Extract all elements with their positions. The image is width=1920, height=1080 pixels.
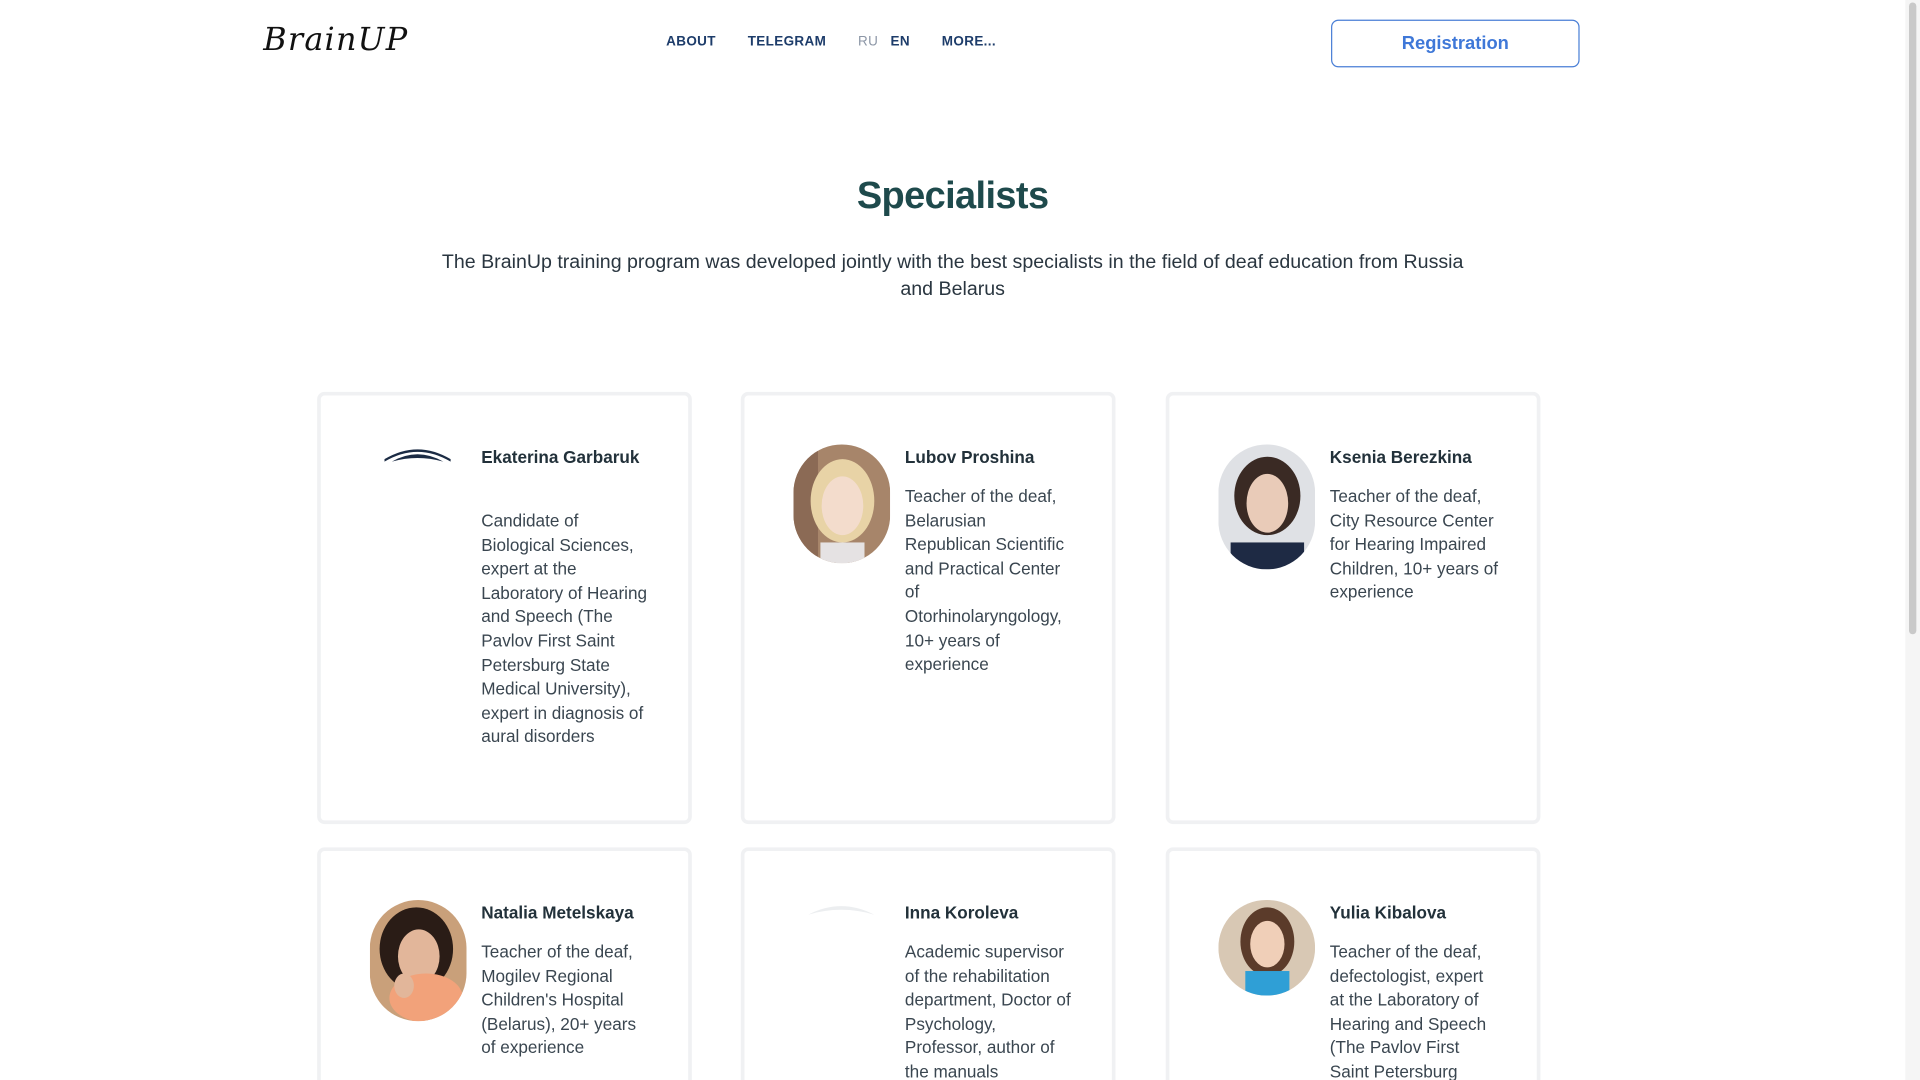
specialist-name: Ekaterina Garbaruk: [481, 446, 640, 467]
specialist-name: Inna Koroleva: [904, 902, 1019, 923]
specialist-photo: [793, 444, 891, 564]
brainup-logo[interactable]: BrainUP: [263, 22, 408, 59]
specialist-card: Inna Koroleva Academic supervisor of the…: [740, 847, 1116, 1080]
specialist-card: Natalia Metelskaya Teacher of the deaf, …: [317, 847, 692, 1080]
portrait-icon: [1218, 900, 1316, 996]
specialist-description: Teacher of the deaf, Belarusian Republic…: [904, 486, 1065, 674]
nav-telegram[interactable]: TELEGRAM: [748, 34, 827, 49]
portrait-icon: [1218, 444, 1316, 570]
portrait-icon: [793, 444, 891, 564]
specialist-description: Candidate of Biological Sciences, expert…: [481, 510, 648, 747]
specialist-photo: [369, 900, 467, 1022]
registration-button[interactable]: Registration: [1331, 19, 1580, 68]
lang-en[interactable]: EN: [890, 34, 909, 49]
specialist-description: Teacher of the deaf, Mogilev Regional Ch…: [481, 941, 637, 1058]
portrait-icon: [369, 900, 467, 1022]
nav-more[interactable]: MORE...: [942, 34, 996, 49]
specialist-photo: [1218, 444, 1316, 570]
specialist-card: Lubov Proshina Teacher of the deaf, Bela…: [740, 391, 1116, 825]
scrollbar-thumb[interactable]: [1908, 2, 1917, 635]
specialist-description: Teacher of the deaf, City Resource Cente…: [1329, 486, 1499, 602]
lang-ru[interactable]: RU: [858, 34, 878, 49]
specialist-description: Academic supervisor of the rehabilitatio…: [904, 941, 1071, 1080]
specialist-name: Lubov Proshina: [904, 446, 1035, 467]
specialist-description: Teacher of the deaf, defectologist, expe…: [1329, 941, 1487, 1080]
person-silhouette-icon: [793, 900, 891, 1022]
specialist-photo: [369, 444, 467, 564]
specialist-name: Ksenia Berezkina: [1329, 446, 1472, 467]
specialist-card: Ksenia Berezkina Teacher of the deaf, Ci…: [1165, 391, 1541, 825]
page-title: Specialists: [856, 173, 1049, 217]
main-nav: ABOUT TELEGRAM RU EN MORE...: [666, 34, 996, 49]
person-silhouette-icon: [369, 444, 467, 564]
specialist-name: Yulia Kibalova: [1329, 902, 1447, 923]
site-header: BrainUP ABOUT TELEGRAM RU EN MORE... Reg…: [0, 0, 1905, 88]
specialist-name: Natalia Metelskaya: [481, 902, 634, 923]
specialist-photo: [1218, 900, 1316, 996]
specialist-photo: [793, 900, 891, 1022]
specialist-card: Ekaterina Garbaruk Candidate of Biologic…: [317, 391, 692, 825]
nav-about[interactable]: ABOUT: [666, 34, 716, 49]
section-description: The BrainUp training program was develop…: [441, 252, 1464, 301]
specialist-card: Yulia Kibalova Teacher of the deaf, defe…: [1165, 847, 1541, 1080]
